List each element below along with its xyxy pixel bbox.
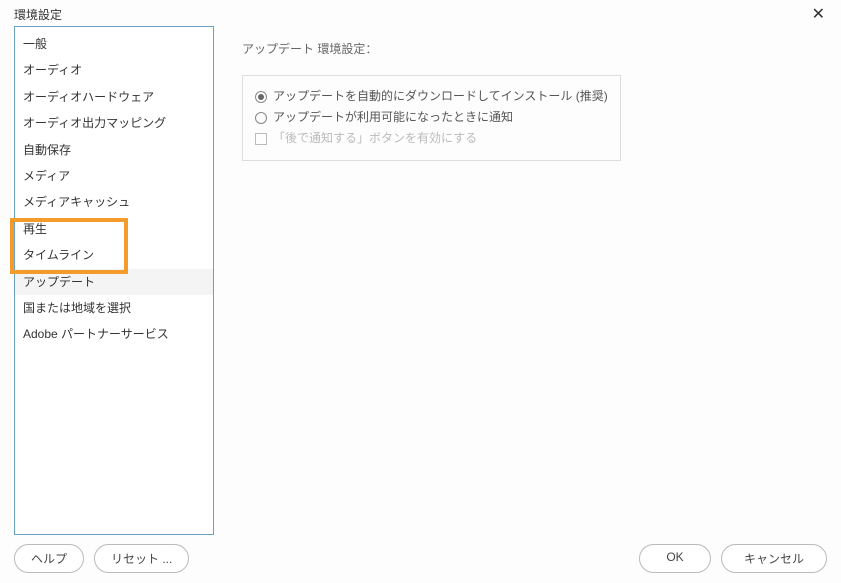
checkbox-label: 「後で通知する」ボタンを有効にする <box>273 129 477 148</box>
ok-button[interactable]: OK <box>639 544 711 573</box>
sidebar-item-autosave[interactable]: 自動保存 <box>15 137 213 163</box>
radio-label: アップデートが利用可能になったときに通知 <box>273 108 513 127</box>
dialog-title: 環境設定 <box>14 6 62 23</box>
checkbox-icon <box>255 133 267 145</box>
sidebar-item-media-cache[interactable]: メディアキャッシュ <box>15 189 213 215</box>
sidebar-item-audio[interactable]: オーディオ <box>15 57 213 83</box>
radio-label: アップデートを自動的にダウンロードしてインストール (推奨) <box>273 87 608 106</box>
reset-button[interactable]: リセット ... <box>94 544 189 573</box>
close-icon[interactable]: ✕ <box>808 4 829 24</box>
checkbox-notify-later: 「後で通知する」ボタンを有効にする <box>255 128 608 149</box>
sidebar-item-media[interactable]: メディア <box>15 163 213 189</box>
sidebar-item-audio-output[interactable]: オーディオ出力マッピング <box>15 110 213 136</box>
radio-icon <box>255 112 267 124</box>
main-panel: アップデート 環境設定： アップデートを自動的にダウンロードしてインストール (… <box>214 26 827 535</box>
section-title: アップデート 環境設定： <box>242 40 827 57</box>
sidebar-item-playback[interactable]: 再生 <box>15 216 213 242</box>
sidebar-item-timeline[interactable]: タイムライン <box>15 242 213 268</box>
help-button[interactable]: ヘルプ <box>14 544 84 573</box>
options-group: アップデートを自動的にダウンロードしてインストール (推奨) アップデートが利用… <box>242 75 621 161</box>
sidebar-item-general[interactable]: 一般 <box>15 31 213 57</box>
cancel-button[interactable]: キャンセル <box>721 544 827 573</box>
sidebar-item-audio-hardware[interactable]: オーディオハードウェア <box>15 84 213 110</box>
category-sidebar: 一般 オーディオ オーディオハードウェア オーディオ出力マッピング 自動保存 メ… <box>14 26 214 535</box>
radio-auto-download[interactable]: アップデートを自動的にダウンロードしてインストール (推奨) <box>255 86 608 107</box>
radio-icon <box>255 91 267 103</box>
sidebar-item-region[interactable]: 国または地域を選択 <box>15 295 213 321</box>
sidebar-item-partner[interactable]: Adobe パートナーサービス <box>15 321 213 347</box>
radio-notify[interactable]: アップデートが利用可能になったときに通知 <box>255 107 608 128</box>
sidebar-item-update[interactable]: アップデート <box>15 269 213 295</box>
